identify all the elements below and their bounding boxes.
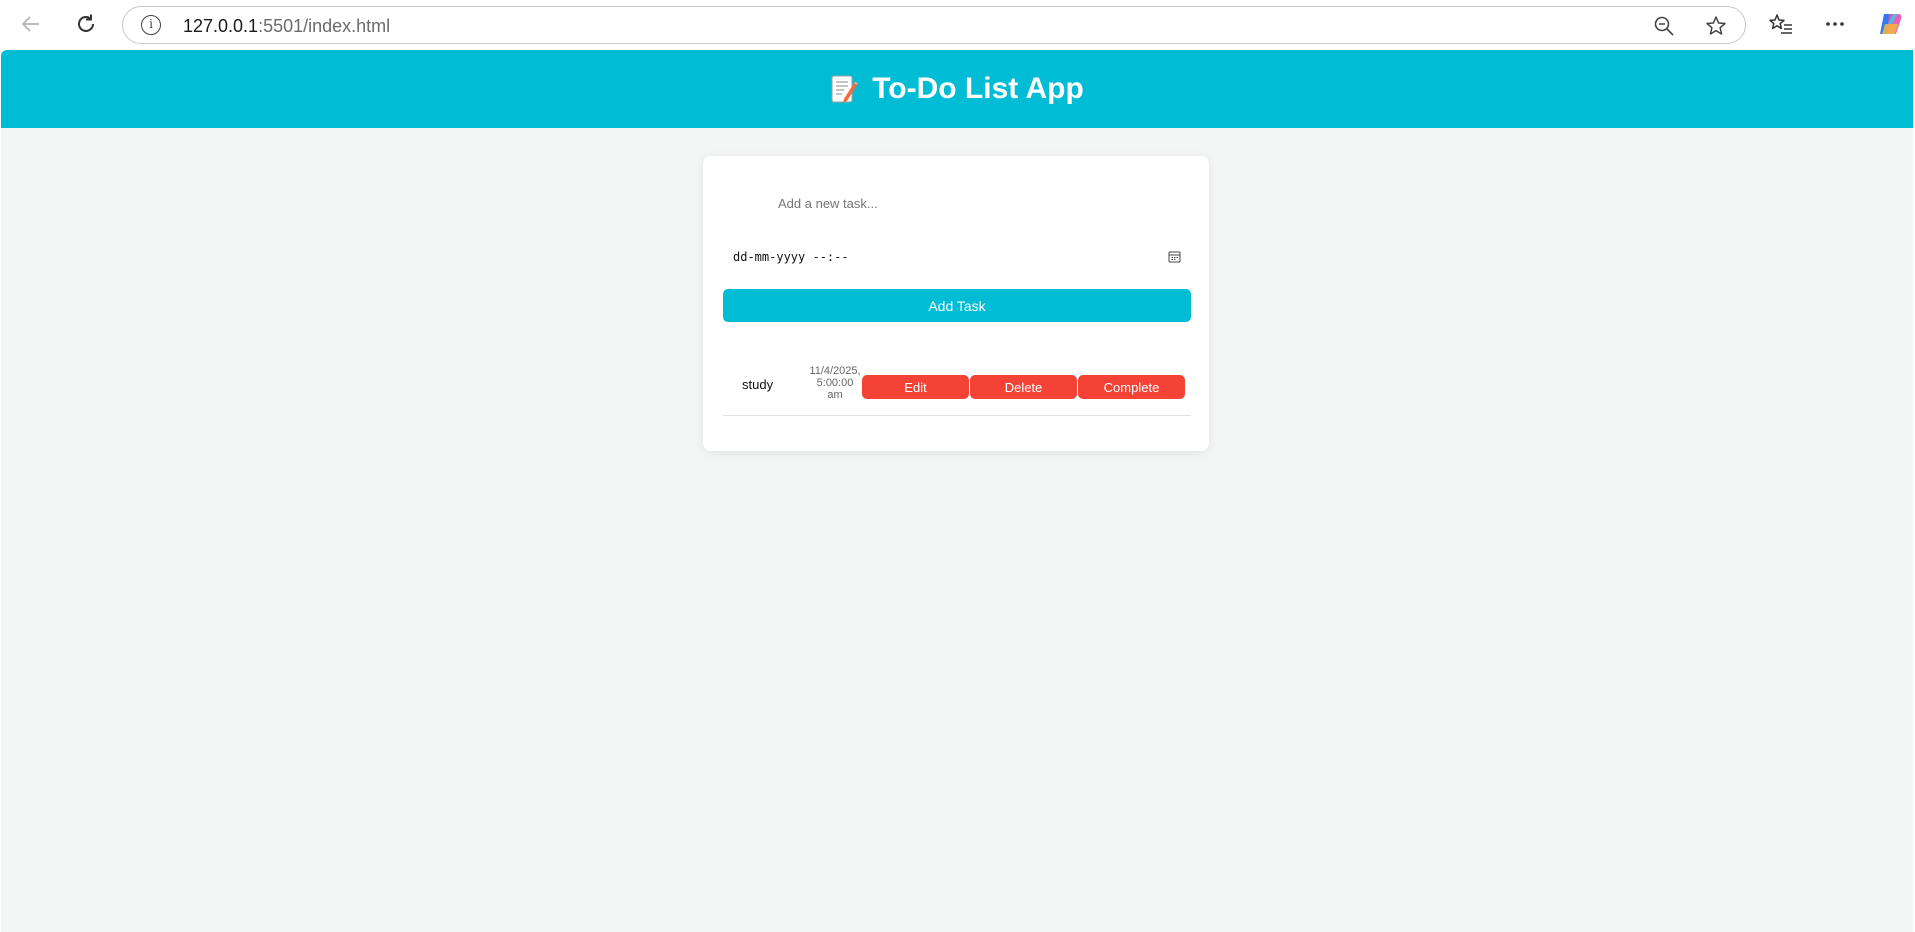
delete-button[interactable]: Delete [970, 375, 1077, 399]
add-task-button[interactable]: Add Task [723, 289, 1191, 322]
task-date-line1: 11/4/2025, [809, 365, 861, 377]
zoom-out-icon[interactable] [1651, 13, 1677, 39]
app-title-text: To-Do List App [872, 72, 1084, 105]
edit-button[interactable]: Edit [862, 375, 969, 399]
copilot-button[interactable] [1874, 8, 1906, 40]
copilot-icon [1880, 14, 1902, 34]
task-name: study [742, 377, 774, 392]
back-button[interactable] [15, 8, 47, 40]
memo-icon [830, 73, 859, 105]
task-row: study 11/4/2025, 5:00:00 am Edit Delete … [723, 361, 1191, 416]
url-path: :5501/index.html [258, 16, 391, 36]
site-info-icon[interactable]: i [141, 15, 161, 35]
reload-icon [78, 14, 94, 32]
reload-button[interactable] [70, 8, 102, 40]
todo-card: dd-mm-yyyy --:-- Add Task study 11/4/202… [703, 156, 1209, 451]
calendar-icon[interactable] [1168, 250, 1181, 263]
app-header: To-Do List App [1, 50, 1913, 128]
more-dots-icon [1826, 22, 1844, 26]
address-bar[interactable]: i 127.0.0.1:5501/index.html [122, 6, 1746, 44]
date-placeholder: dd-mm-yyyy --:-- [733, 250, 849, 264]
favorites-button[interactable] [1765, 8, 1797, 40]
favorite-star-icon[interactable] [1703, 13, 1729, 39]
complete-button[interactable]: Complete [1078, 375, 1185, 399]
url-text[interactable]: 127.0.0.1:5501/index.html [183, 16, 390, 37]
page-viewport: To-Do List App dd-mm-yyyy --:-- Add Task… [1, 50, 1913, 932]
browser-toolbar: i 127.0.0.1:5501/index.html [0, 0, 1915, 49]
due-date-input[interactable]: dd-mm-yyyy --:-- [723, 240, 1189, 274]
url-host: 127.0.0.1 [183, 16, 259, 36]
task-datetime: 11/4/2025, 5:00:00 am [805, 365, 865, 401]
back-arrow-icon [21, 16, 39, 32]
favorites-list-icon [1769, 14, 1792, 34]
task-date-line3: am [827, 389, 843, 401]
new-task-input[interactable] [723, 186, 1189, 220]
more-menu-button[interactable] [1819, 8, 1851, 40]
app-title: To-Do List App [830, 72, 1084, 106]
task-date-line2: 5:00:00 [816, 377, 854, 389]
